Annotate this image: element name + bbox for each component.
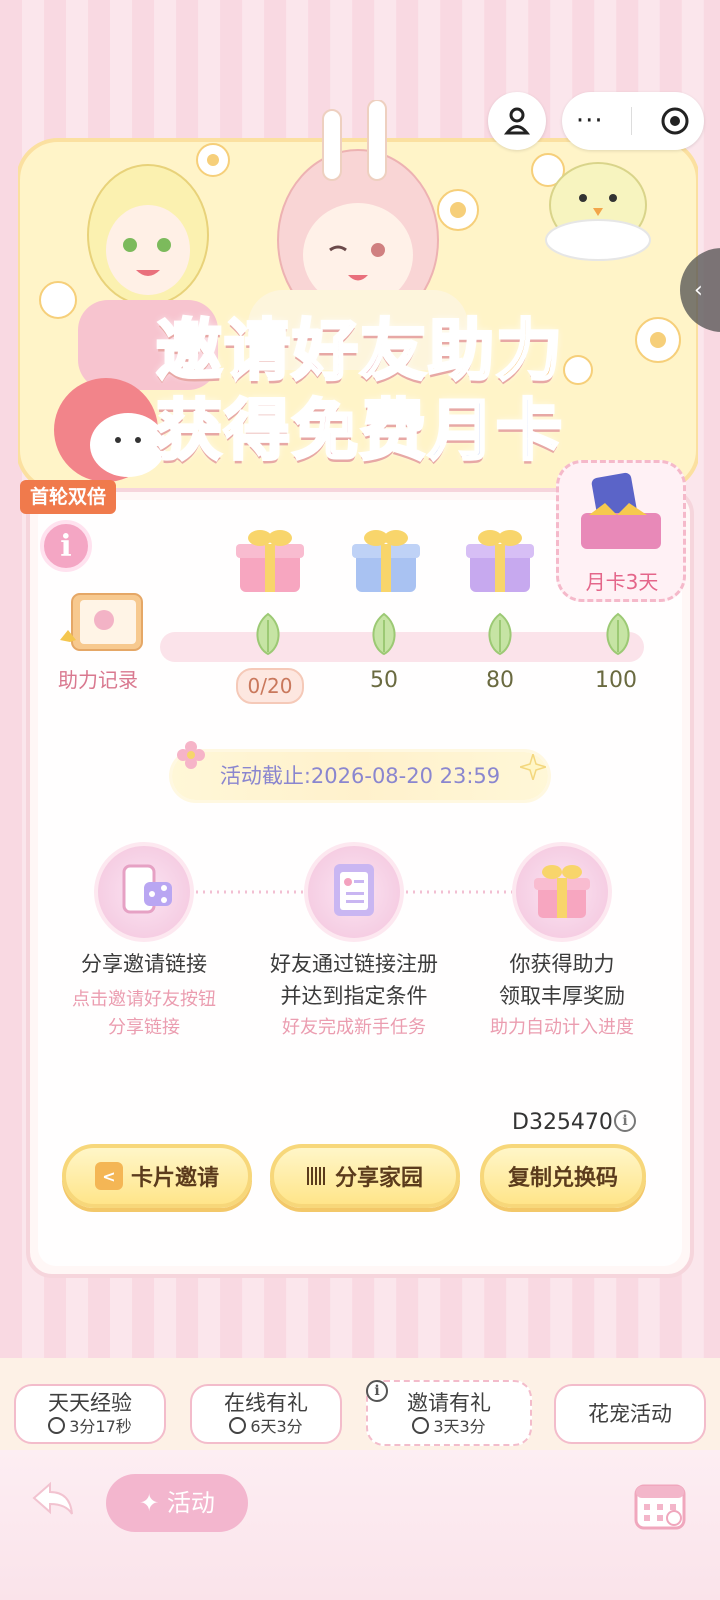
step-dots-connector — [196, 890, 304, 894]
milestone-label: 80 — [486, 668, 514, 693]
leaf-marker-icon — [606, 612, 630, 656]
card-invite-label: 卡片邀请 — [130, 1166, 219, 1191]
card-invite-button[interactable]: < 卡片邀请 — [62, 1144, 252, 1208]
close-target-icon[interactable] — [660, 106, 690, 136]
clock-icon — [229, 1417, 247, 1434]
more-button[interactable]: ··· — [576, 108, 604, 134]
gift-box-pink-icon — [236, 530, 304, 592]
copy-code-label: 复制兑换码 — [507, 1166, 618, 1191]
banner-title-help: 助力 — [427, 312, 564, 389]
share-icon: < — [94, 1162, 123, 1190]
activity-label: 活动 — [166, 1489, 215, 1517]
step-share-icon — [94, 842, 194, 942]
milestone-label: 50 — [370, 668, 398, 693]
tab-label: 邀请有礼 — [407, 1391, 491, 1415]
activity-button[interactable]: ✦ 活动 — [106, 1474, 248, 1532]
chevron-left-icon: ‹ — [694, 277, 703, 303]
banner-title-monthcard: 月卡 — [427, 392, 564, 469]
user-profile-icon — [503, 107, 531, 135]
bottom-bar — [0, 1450, 720, 1600]
invite-code: D325470 — [512, 1110, 613, 1135]
step3-title2: 领取丰厚奖励 — [499, 984, 625, 1008]
banner-title-line2: 获得免费月卡 — [70, 396, 650, 465]
tab-timer-text: 3天3分 — [433, 1417, 486, 1436]
double-reward-badge: 首轮双倍 — [20, 480, 117, 514]
step3-title1: 你获得助力 — [509, 952, 615, 976]
user-capsule-button[interactable] — [488, 92, 546, 150]
month-card-box-icon — [581, 472, 661, 549]
share-home-button[interactable]: 分享家园 — [270, 1144, 460, 1208]
barcode-icon — [306, 1167, 327, 1185]
gift-box-blue-icon — [352, 530, 420, 592]
step2-title2: 并达到指定条件 — [280, 984, 428, 1008]
tab-online-gift[interactable]: 在线有礼 6天3分 — [190, 1384, 342, 1444]
tab-label: 在线有礼 — [224, 1391, 308, 1415]
share-home-label: 分享家园 — [334, 1166, 423, 1191]
month-card-label: 月卡3天 — [585, 570, 659, 594]
banner-title-get: 获得 — [155, 392, 292, 469]
back-arrow-icon[interactable] — [30, 1478, 78, 1518]
capsule-divider — [631, 107, 633, 135]
progress-current-count: 0/20 — [236, 668, 304, 704]
calendar-icon[interactable] — [632, 1478, 688, 1532]
step1-title: 分享邀请链接 — [81, 952, 207, 976]
tab-info-icon[interactable]: i — [366, 1380, 388, 1402]
leaf-marker-icon — [488, 612, 512, 656]
tab-timer: 3天3分 — [368, 1416, 530, 1438]
tab-timer-text: 3分17秒 — [69, 1417, 132, 1436]
flower-decoration-icon — [177, 741, 205, 769]
tab-invite-gift[interactable]: 邀请有礼 3天3分 — [366, 1380, 532, 1446]
sparkle-decoration-icon — [520, 754, 546, 780]
copy-code-button[interactable]: 复制兑换码 — [480, 1144, 646, 1208]
progress-track — [160, 632, 644, 662]
gift-box-purple-icon — [466, 530, 534, 592]
step1-sub1: 点击邀请好友按钮 — [72, 989, 216, 1010]
step1-sub2: 分享链接 — [108, 1017, 180, 1038]
clock-icon — [48, 1417, 66, 1434]
tab-label: 天天经验 — [48, 1391, 132, 1415]
tab-timer: 3分17秒 — [16, 1416, 164, 1438]
clock-icon — [412, 1417, 430, 1434]
leaf-marker-icon — [256, 612, 280, 656]
banner-title-free: 免费 — [291, 392, 428, 469]
step-reward-icon — [512, 842, 612, 942]
milestone-label: 100 — [595, 668, 637, 693]
tab-timer-text: 6天3分 — [250, 1417, 303, 1436]
step2-title1: 好友通过链接注册 — [270, 952, 438, 976]
code-info-icon[interactable]: i — [614, 1110, 636, 1132]
banner-title-line1: 邀请好友助力 — [70, 316, 650, 385]
leaf-marker-icon — [372, 612, 396, 656]
mini-program-capsule: ··· — [562, 92, 704, 150]
tab-flower-pet[interactable]: 花宠活动 — [554, 1384, 706, 1444]
step2-sub1: 好友完成新手任务 — [282, 1017, 426, 1038]
tab-daily-exp[interactable]: 天天经验 3分17秒 — [14, 1384, 166, 1444]
sparkle-icon: ✦ — [139, 1489, 167, 1517]
banner-title-invite: 邀请好友 — [155, 312, 428, 389]
rules-info-button[interactable]: i — [40, 520, 92, 572]
record-label[interactable]: 助力记录 — [58, 664, 138, 693]
tab-timer: 6天3分 — [192, 1416, 340, 1438]
tab-label: 花宠活动 — [588, 1402, 672, 1426]
event-deadline: 活动截止:2026-08-20 23:59 — [172, 752, 548, 800]
record-book-icon[interactable] — [56, 590, 150, 660]
step-dots-connector — [406, 890, 512, 894]
step-register-icon — [304, 842, 404, 942]
step3-sub1: 助力自动计入进度 — [490, 1017, 634, 1038]
